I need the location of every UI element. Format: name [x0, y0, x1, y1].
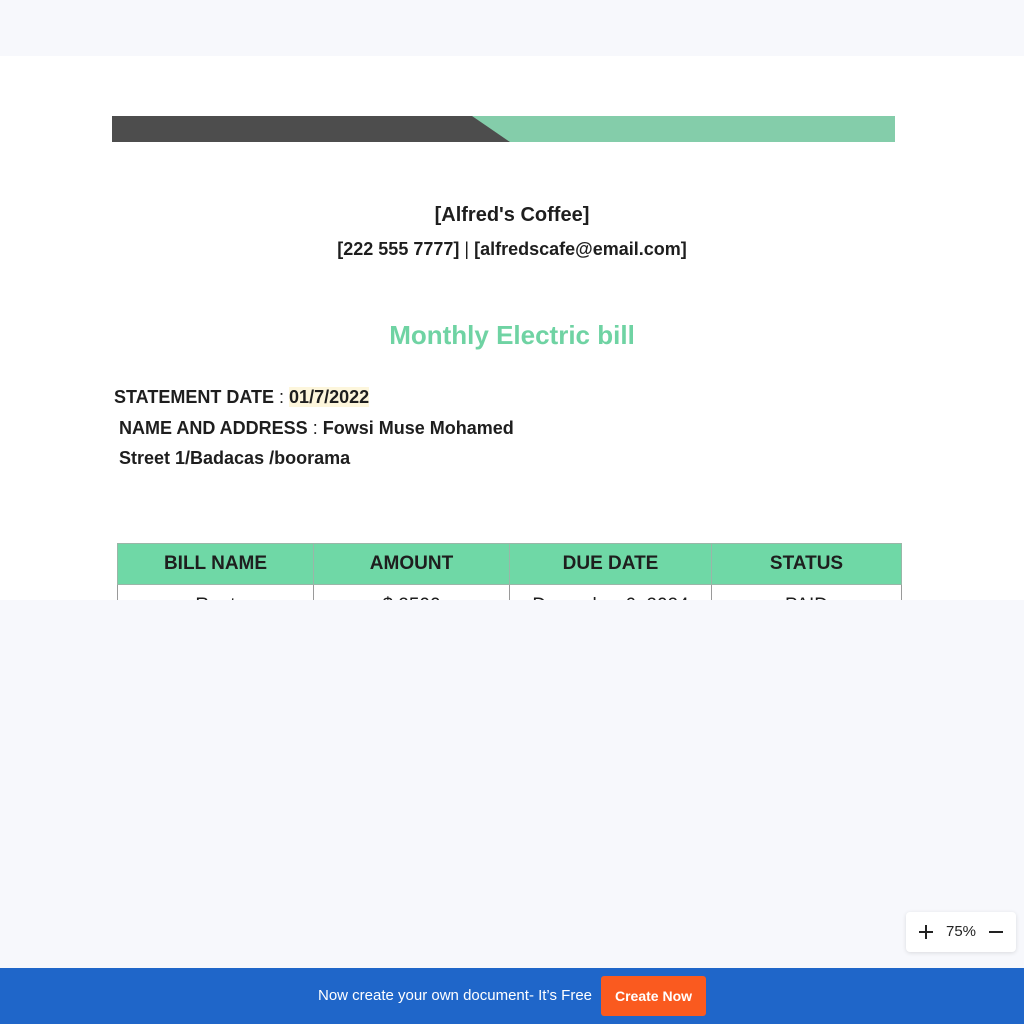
column-header-amount: AMOUNT — [313, 543, 510, 585]
table-cell-amount: $ 2500 — [313, 584, 510, 600]
bills-table: BILL NAME AMOUNT DUE DATE STATUS Rent $ … — [117, 543, 902, 600]
contact-line: [222 555 7777] | [alfredscafe@email.com] — [0, 239, 1024, 260]
column-header-bill-name: BILL NAME — [117, 543, 314, 585]
name-address-label: NAME AND ADDRESS — [119, 418, 308, 438]
table-header-row: BILL NAME AMOUNT DUE DATE STATUS — [117, 543, 902, 585]
zoom-control: 75% — [906, 912, 1016, 952]
company-email: [alfredscafe@email.com] — [474, 239, 687, 259]
column-header-due-date: DUE DATE — [509, 543, 712, 585]
document-viewer: [Alfred's Coffee] [222 555 7777] | [alfr… — [0, 0, 1024, 968]
zoom-level: 75% — [945, 923, 977, 940]
header-banner — [112, 116, 895, 142]
statement-date-value: 01/7/2022 — [289, 387, 370, 407]
customer-name: Fowsi Muse Mohamed — [322, 418, 514, 438]
statement-date-line: STATEMENT DATE : 01/7/2022 — [114, 387, 370, 408]
document-page: [Alfred's Coffee] [222 555 7777] | [alfr… — [0, 56, 1024, 600]
column-header-status: STATUS — [711, 543, 902, 585]
company-name: [Alfred's Coffee] — [434, 204, 590, 226]
footer-promo-text: Now create your own document- It’s Free — [318, 987, 593, 1004]
document-title: Monthly Electric bill — [389, 320, 635, 350]
header-banner-dark-segment — [112, 116, 510, 142]
statement-date-label: STATEMENT DATE — [114, 387, 274, 407]
statement-date-colon: : — [279, 387, 285, 407]
minus-icon[interactable] — [984, 920, 1008, 944]
company-phone: [222 555 7777] — [337, 239, 460, 259]
table-cell-status: PAID — [711, 584, 902, 600]
table-row: Rent $ 2500 December 6, 2024 PAID — [117, 584, 902, 600]
customer-address: Street 1/Badacas /boorama — [119, 448, 351, 468]
name-address-line: NAME AND ADDRESS : Fowsi Muse Mohamed — [119, 418, 514, 439]
name-address-colon: : — [312, 418, 318, 438]
table-cell-bill-name: Rent — [117, 584, 314, 600]
promo-footer-bar: Now create your own document- It’s Free … — [0, 968, 1024, 1024]
table-cell-due-date: December 6, 2024 — [509, 584, 712, 600]
create-now-button[interactable]: Create Now — [601, 976, 706, 1016]
contact-separator: | — [464, 239, 470, 259]
plus-icon[interactable] — [914, 920, 938, 944]
